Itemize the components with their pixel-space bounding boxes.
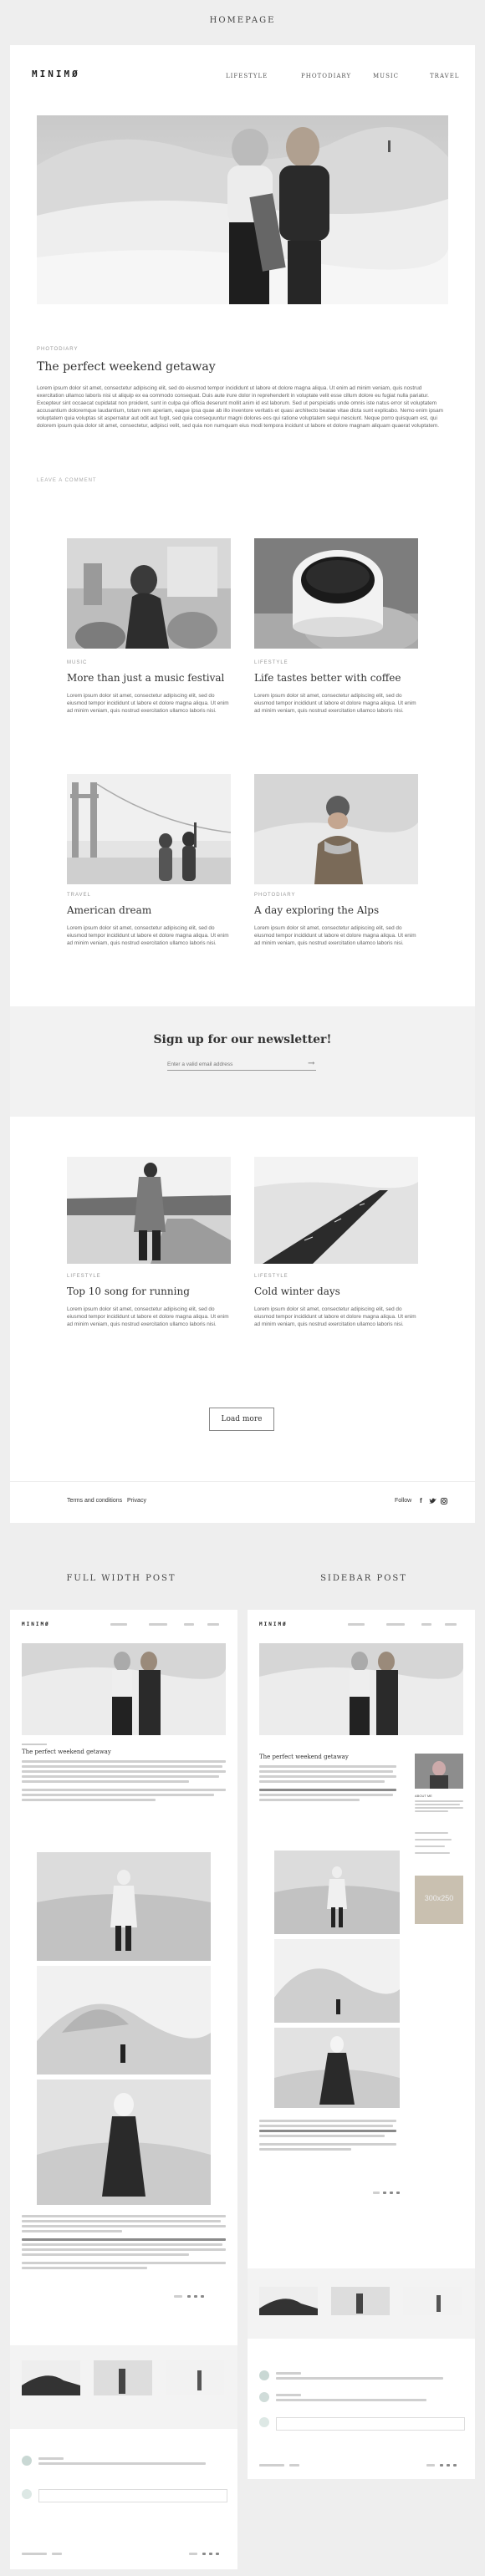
- mini-post-title[interactable]: The perfect weekend getaway: [22, 1749, 111, 1755]
- homepage-section-title: HOMEPAGE: [209, 16, 276, 25]
- mini-share-row[interactable]: [174, 2295, 224, 2299]
- featured-excerpt: Lorem ipsum dolor sit amet, consectetur …: [37, 385, 443, 429]
- newsletter-submit-arrow-icon[interactable]: →: [308, 1059, 314, 1068]
- nav-music[interactable]: MUSIC: [373, 73, 399, 79]
- post-american-dream-title[interactable]: American dream: [67, 904, 151, 916]
- mini-photo-dune[interactable]: [37, 1966, 211, 2075]
- post-music-title[interactable]: More than just a music festival: [67, 672, 224, 684]
- post-coffee-excerpt: Lorem ipsum dolor sit amet, consectetur …: [254, 693, 416, 714]
- post-winter-kicker[interactable]: LIFESTYLE: [254, 1274, 288, 1279]
- featured-kicker[interactable]: PHOTODIARY: [37, 347, 78, 352]
- post-coffee-title[interactable]: Life tastes better with coffee: [254, 672, 401, 684]
- homepage-card: MINIMØ LIFESTYLE PHOTODIARY MUSIC TRAVEL…: [10, 45, 475, 1006]
- full-width-section-title: FULL WIDTH POST: [66, 1574, 176, 1583]
- nav-photodiary[interactable]: PHOTODIARY: [301, 73, 351, 79]
- sidebar-photo-dress[interactable]: [274, 2028, 400, 2108]
- mini-related-band: [10, 2345, 237, 2429]
- post-alps-photo[interactable]: [254, 774, 418, 884]
- mini-text-block-1: [22, 1760, 226, 1810]
- post-winter-title[interactable]: Cold winter days: [254, 1285, 340, 1297]
- avatar: [259, 2392, 269, 2402]
- mini-hero-photo[interactable]: [259, 1643, 463, 1735]
- sidebar-mini-post-title[interactable]: The perfect weekend getaway: [259, 1754, 349, 1760]
- post-winter-excerpt: Lorem ipsum dolor sit amet, consectetur …: [254, 1306, 416, 1327]
- mini-footer: [22, 2553, 226, 2556]
- sidebar-links[interactable]: [415, 1832, 463, 1866]
- sidebar-mini-footer: [259, 2464, 463, 2467]
- avatar: [22, 2456, 32, 2466]
- comment-input[interactable]: [276, 2417, 465, 2431]
- mini-photo-dress[interactable]: [37, 2080, 211, 2205]
- mini-kicker-line: [22, 1744, 47, 1745]
- sidebar-text-block: [259, 1765, 396, 1824]
- sidebar-post-card: MINIMØ The perfect weekend getaway ABOUT…: [248, 1610, 475, 2479]
- post-music-kicker[interactable]: MUSIC: [67, 660, 87, 665]
- instagram-icon[interactable]: [441, 1498, 447, 1504]
- post-american-dream-excerpt: Lorem ipsum dolor sit amet, consectetur …: [67, 925, 229, 946]
- comment-input[interactable]: [38, 2489, 227, 2502]
- mini-logo[interactable]: MINIMØ: [259, 1621, 288, 1627]
- homepage-card-lower: LIFESTYLE Top 10 song for running Lorem …: [10, 1117, 475, 1523]
- sidebar-photo-dune[interactable]: [274, 1939, 400, 2023]
- sidebar-text-block-2: [259, 2120, 396, 2178]
- newsletter-title: Sign up for our newsletter!: [153, 1033, 332, 1046]
- sidebar-related-3[interactable]: [403, 2287, 462, 2315]
- avatar: [259, 2370, 269, 2380]
- post-alps-excerpt: Lorem ipsum dolor sit amet, consectetur …: [254, 925, 416, 946]
- post-american-dream-kicker[interactable]: TRAVEL: [67, 893, 91, 898]
- newsletter-band: Sign up for our newsletter! →: [10, 1006, 475, 1117]
- sidebar-photo-walk[interactable]: [274, 1851, 400, 1934]
- mini-related-2[interactable]: [94, 2360, 152, 2395]
- newsletter-email-input[interactable]: [167, 1058, 316, 1071]
- post-music-excerpt: Lorem ipsum dolor sit amet, consectetur …: [67, 693, 229, 714]
- full-width-post-card: MINIMØ The perfect weekend getaway: [10, 1610, 237, 2569]
- post-coffee-kicker[interactable]: LIFESTYLE: [254, 660, 288, 665]
- post-running-photo[interactable]: [67, 1157, 231, 1264]
- post-american-dream-photo[interactable]: [67, 774, 231, 884]
- mini-hero-photo[interactable]: [22, 1643, 226, 1735]
- sidebar-related-1[interactable]: [259, 2287, 318, 2315]
- sidebar-comments: [259, 2370, 465, 2446]
- post-alps-title[interactable]: A day exploring the Alps: [254, 904, 379, 916]
- twitter-icon[interactable]: [429, 1498, 436, 1504]
- mini-text-block-2: [22, 2215, 226, 2282]
- sidebar-ad-banner[interactable]: 300x250: [415, 1876, 463, 1924]
- mini-comments: [22, 2456, 227, 2539]
- footer-terms-link[interactable]: Terms and conditions: [67, 1498, 122, 1504]
- sidebar-related-2[interactable]: [331, 2287, 390, 2315]
- footer-divider: [10, 1481, 475, 1482]
- post-alps-kicker[interactable]: PHOTODIARY: [254, 893, 295, 898]
- mini-related-1[interactable]: [22, 2360, 80, 2395]
- post-running-kicker[interactable]: LIFESTYLE: [67, 1274, 101, 1279]
- footer-follow-label: Follow: [395, 1498, 412, 1504]
- mini-photo-walk[interactable]: [37, 1852, 211, 1961]
- post-running-title[interactable]: Top 10 song for running: [67, 1285, 190, 1297]
- sidebar-share-row[interactable]: [373, 2192, 406, 2195]
- sidebar-about-text: [415, 1800, 463, 1825]
- nav-travel[interactable]: TRAVEL: [430, 73, 459, 79]
- facebook-icon[interactable]: f: [420, 1497, 422, 1504]
- sidebar-ad-label: 300x250: [424, 1894, 454, 1902]
- post-running-excerpt: Lorem ipsum dolor sit amet, consectetur …: [67, 1306, 229, 1327]
- site-logo[interactable]: MINIMØ: [32, 69, 80, 79]
- avatar: [22, 2489, 32, 2499]
- hero-photo[interactable]: [37, 115, 448, 304]
- post-music-photo[interactable]: [67, 538, 231, 649]
- featured-title[interactable]: The perfect weekend getaway: [37, 360, 216, 374]
- mini-nav: [348, 1623, 465, 1626]
- post-coffee-photo[interactable]: [254, 538, 418, 649]
- post-winter-photo[interactable]: [254, 1157, 418, 1264]
- sidebar-profile-photo: [415, 1754, 463, 1789]
- featured-comment-link[interactable]: LEAVE A COMMENT: [37, 478, 97, 483]
- sidebar-section-title: SIDEBAR POST: [320, 1574, 407, 1583]
- footer-privacy-link[interactable]: Privacy: [127, 1498, 146, 1504]
- sidebar-about-title: ABOUT ME: [415, 1794, 432, 1798]
- sidebar-related-band: [248, 2268, 475, 2339]
- avatar: [259, 2417, 269, 2427]
- nav-lifestyle[interactable]: LIFESTYLE: [226, 73, 268, 79]
- mini-related-3[interactable]: [166, 2360, 224, 2395]
- mini-logo[interactable]: MINIMØ: [22, 1621, 50, 1627]
- load-more-button[interactable]: Load more: [209, 1408, 274, 1431]
- mini-nav: [110, 1623, 227, 1626]
